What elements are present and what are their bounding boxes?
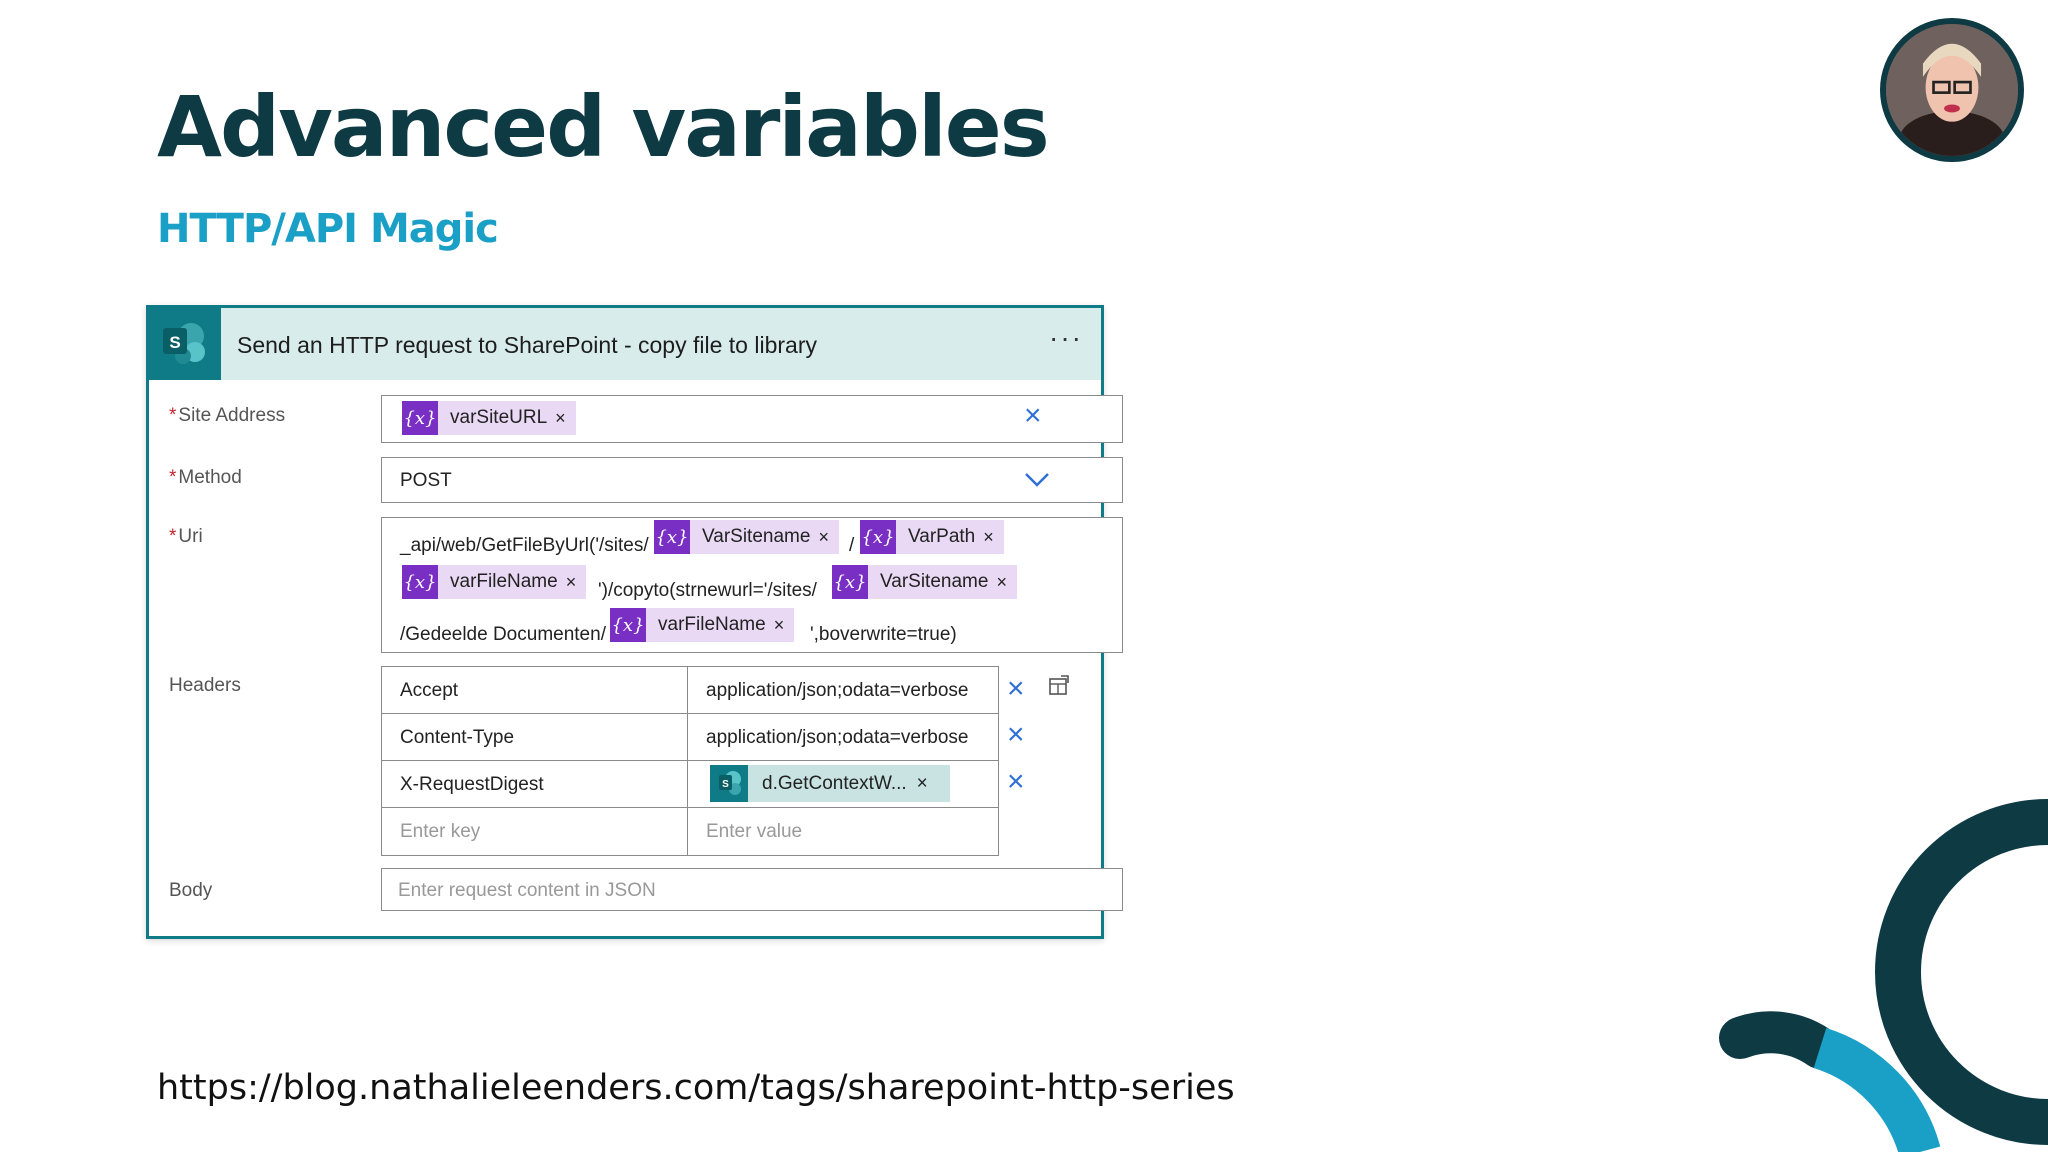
slide-title: Advanced variables	[157, 78, 1050, 176]
required-marker: *	[169, 405, 177, 426]
header-value-input[interactable]: application/json;odata=verbose	[688, 714, 998, 760]
presenter-face-icon	[1886, 24, 2018, 156]
site-address-field[interactable]: {x} varSiteURL × ×	[381, 395, 1123, 443]
body-placeholder: Enter request content in JSON	[398, 880, 656, 901]
header-value-input[interactable]: Enter value	[688, 808, 998, 855]
card-title: Send an HTTP request to SharePoint - cop…	[237, 332, 817, 358]
variable-token-varfilename[interactable]: {x} varFileName ×	[402, 565, 587, 599]
sharepoint-icon: S	[710, 765, 748, 802]
variable-token-varsitename[interactable]: {x} VarSitename ×	[832, 565, 1017, 599]
variable-icon: {x}	[860, 520, 896, 554]
sharepoint-tile: S	[149, 308, 221, 380]
token-remove-icon[interactable]: ×	[566, 572, 587, 593]
token-remove-icon[interactable]: ×	[917, 773, 928, 795]
variable-icon: {x}	[402, 401, 438, 435]
clear-icon[interactable]: ×	[1024, 401, 1042, 431]
required-marker: *	[169, 467, 177, 488]
uri-text-segment: ')/copyto(strnewurl='/sites/	[598, 580, 817, 601]
more-options-icon[interactable]: ···	[1049, 322, 1083, 354]
svg-text:S: S	[722, 779, 729, 790]
header-key-text: Accept	[400, 680, 459, 701]
key-placeholder: Enter key	[400, 821, 481, 842]
uri-text-segment: /Gedeelde Documenten/	[400, 624, 606, 645]
uri-field[interactable]: _api/web/GetFileByUrl('/sites/ {x} VarSi…	[381, 517, 1123, 653]
method-select[interactable]: POST	[381, 457, 1123, 503]
switch-to-text-mode-icon[interactable]	[1047, 673, 1071, 697]
header-key-input[interactable]: X-RequestDigest	[382, 761, 688, 807]
uri-text-segment: ',boverwrite=true)	[810, 624, 957, 645]
header-key-text: Content-Type	[400, 727, 515, 748]
header-key-input[interactable]: Enter key	[382, 808, 688, 855]
variable-icon: {x}	[654, 520, 690, 554]
token-remove-icon[interactable]: ×	[996, 572, 1017, 593]
variable-icon: {x}	[832, 565, 868, 599]
header-row: X-RequestDigest S d.GetContextW... ×	[382, 761, 998, 808]
header-key-input[interactable]: Content-Type	[382, 714, 688, 760]
header-value-text: application/json;odata=verbose	[706, 680, 969, 701]
token-label: VarSitename	[880, 571, 989, 592]
header-value-input[interactable]: S d.GetContextW... ×	[688, 761, 998, 807]
decorative-arc-shapes	[1719, 799, 2048, 1152]
token-label: VarPath	[908, 526, 976, 547]
variable-token-varfilename[interactable]: {x} varFileName ×	[610, 608, 795, 642]
header-row: Accept application/json;odata=verbose	[382, 667, 998, 714]
header-key-text: X-RequestDigest	[400, 774, 544, 795]
svg-text:S: S	[169, 333, 180, 352]
token-remove-icon[interactable]: ×	[555, 408, 576, 429]
header-value-input[interactable]: application/json;odata=verbose	[688, 667, 998, 713]
body-label: Body	[169, 880, 213, 901]
token-label: varSiteURL	[450, 407, 548, 428]
value-placeholder: Enter value	[706, 821, 803, 842]
headers-table: Accept application/json;odata=verbose Co…	[381, 666, 999, 856]
variable-token-varsitename[interactable]: {x} VarSitename ×	[654, 520, 839, 554]
method-label-text: Method	[178, 467, 242, 488]
token-label: d.GetContextW...	[762, 772, 907, 794]
token-remove-icon[interactable]: ×	[983, 527, 1004, 548]
chevron-down-icon[interactable]	[1024, 470, 1050, 488]
uri-label-text: Uri	[178, 526, 203, 547]
required-marker: *	[169, 526, 177, 547]
header-value-text: application/json;odata=verbose	[706, 727, 969, 748]
token-remove-icon[interactable]: ×	[818, 527, 839, 548]
presenter-avatar	[1880, 18, 2024, 162]
remove-header-icon[interactable]: ×	[1007, 720, 1025, 750]
token-remove-icon[interactable]: ×	[774, 615, 795, 636]
token-label: VarSitename	[702, 526, 811, 547]
site-address-label: * Site Address	[169, 405, 285, 427]
http-request-action-card[interactable]: S Send an HTTP request to SharePoint - c…	[146, 305, 1123, 939]
uri-label: * Uri	[169, 526, 203, 548]
blog-url[interactable]: https://blog.nathalieleenders.com/tags/s…	[157, 1068, 1235, 1108]
remove-header-icon[interactable]: ×	[1007, 674, 1025, 704]
header-row: Content-Type application/json;odata=verb…	[382, 714, 998, 761]
token-label: varFileName	[450, 571, 558, 592]
uri-text-segment: /	[849, 535, 855, 556]
header-row-empty: Enter key Enter value	[382, 808, 998, 855]
variable-token-varsiteurl[interactable]: {x} varSiteURL ×	[402, 401, 576, 435]
variable-icon: {x}	[402, 565, 438, 599]
uri-text-segment: _api/web/GetFileByUrl('/sites/	[400, 535, 649, 556]
body-field[interactable]: Enter request content in JSON	[381, 868, 1123, 911]
headers-label: Headers	[169, 675, 241, 696]
variable-token-varpath[interactable]: {x} VarPath ×	[860, 520, 1004, 554]
sharepoint-dynamic-token[interactable]: S d.GetContextW... ×	[710, 765, 950, 802]
sharepoint-icon: S	[163, 323, 205, 364]
remove-header-icon[interactable]: ×	[1007, 767, 1025, 797]
method-label: * Method	[169, 467, 242, 489]
token-label: varFileName	[658, 614, 766, 635]
variable-icon: {x}	[610, 608, 646, 642]
site-address-label-text: Site Address	[178, 405, 286, 426]
header-key-input[interactable]: Accept	[382, 667, 688, 713]
slide-subtitle: HTTP/API Magic	[157, 206, 499, 252]
method-value: POST	[400, 470, 452, 491]
card-header[interactable]: S Send an HTTP request to SharePoint - c…	[149, 308, 1101, 380]
